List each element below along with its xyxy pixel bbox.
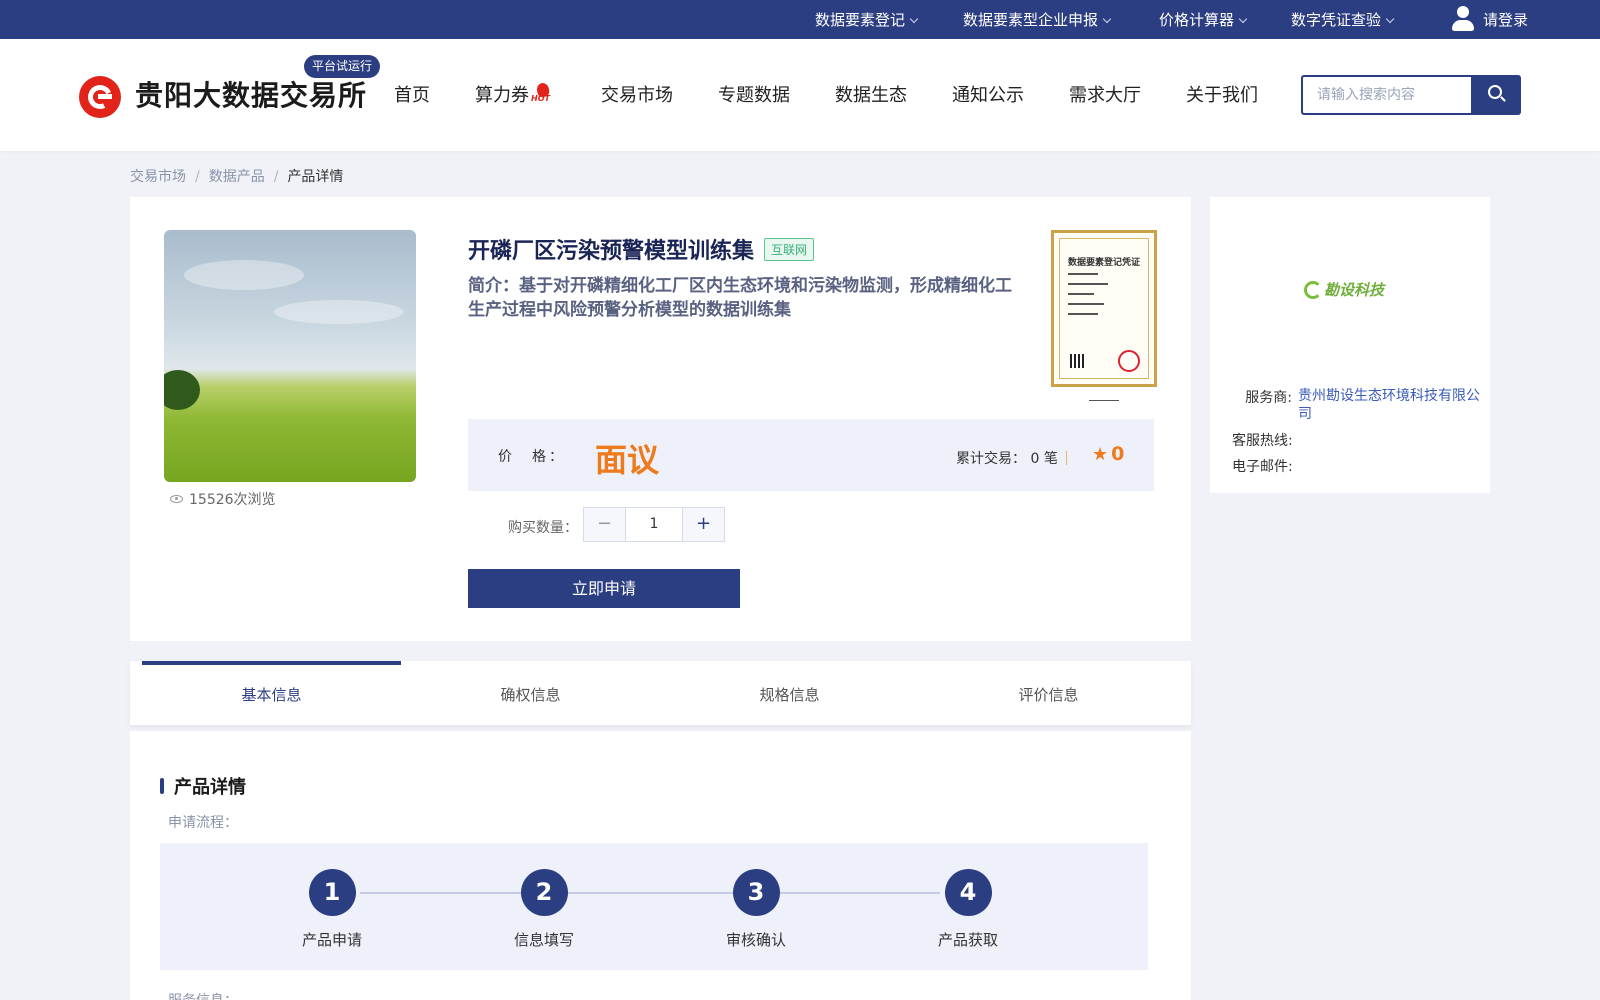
product-title: 开磷厂区污染预警模型训练集 互联网	[468, 233, 815, 265]
price-value: 面议	[595, 441, 660, 479]
quantity-decrease-button[interactable]: −	[584, 508, 625, 541]
provider-logo-icon	[1304, 280, 1322, 299]
qr-code-icon	[1070, 354, 1084, 368]
hot-flame-icon: HOT	[531, 82, 555, 105]
chevron-down-icon	[1238, 14, 1248, 24]
category-tag: 互联网	[764, 237, 815, 261]
search-button[interactable]	[1471, 75, 1521, 115]
top-utility-bar: 数据要素登记 数据要素型企业申报 价格计算器 数字凭证查验 请登录	[0, 0, 1600, 39]
nav-item-demand-hall[interactable]: 需求大厅	[1069, 81, 1141, 107]
nav-item-home[interactable]: 首页	[394, 81, 430, 107]
flow-step: 1 产品申请	[272, 869, 392, 950]
quantity-label: 购买数量：	[508, 520, 578, 536]
trade-count: 累计交易： 0 笔	[956, 451, 1058, 467]
service-info-label: 服务信息：	[168, 990, 238, 1000]
provider-logo: 勘设科技	[1304, 279, 1384, 300]
login-label: 请登录	[1483, 10, 1529, 29]
breadcrumb-market[interactable]: 交易市场	[130, 169, 186, 185]
breadcrumb-current: 产品详情	[287, 169, 344, 185]
nav-item-ecosystem[interactable]: 数据生态	[835, 81, 907, 107]
tab-spec-info[interactable]: 规格信息	[660, 661, 919, 725]
flow-connector	[360, 892, 940, 894]
price-panel: 价 格： 面议 累计交易： 0 笔 ★ 0	[468, 419, 1154, 491]
flow-step: 3 审核确认	[696, 869, 816, 950]
provider-name-link[interactable]: 贵州勘设生态环境科技有限公司	[1298, 387, 1483, 423]
section-marker	[160, 778, 164, 794]
logo-text[interactable]: 贵阳大数据交易所	[135, 74, 367, 114]
view-count: 15526次浏览	[170, 489, 276, 509]
quantity-stepper: − 1 +	[583, 507, 725, 542]
detail-tabs: 基本信息 确权信息 规格信息 评价信息	[130, 661, 1191, 725]
breadcrumb-data-products[interactable]: 数据产品	[209, 169, 265, 185]
topbar-item-price-calculator[interactable]: 价格计算器	[1159, 9, 1248, 30]
certificate-indicator	[1089, 400, 1119, 401]
user-icon	[1452, 6, 1474, 32]
nav-item-market[interactable]: 交易市场	[601, 81, 673, 107]
star-icon: ★	[1092, 443, 1109, 465]
tab-basic-info[interactable]: 基本信息	[142, 661, 401, 725]
product-description: 简介：基于对开磷精细化工厂区内生态环境和污染物监测，形成精细化工生产过程中风险预…	[468, 276, 1012, 320]
seal-icon	[1118, 350, 1140, 372]
section-title: 产品详情	[160, 773, 246, 799]
provider-email-label: 电子邮件:	[1232, 459, 1293, 475]
nav-item-notices[interactable]: 通知公示	[952, 81, 1024, 107]
provider-card: 勘设科技 服务商: 贵州勘设生态环境科技有限公司 客服热线: 电子邮件:	[1210, 197, 1490, 493]
provider-service-label: 服务商:	[1245, 390, 1292, 406]
tab-ownership-info[interactable]: 确权信息	[401, 661, 660, 725]
topbar-item-certificate-check[interactable]: 数字凭证查验	[1291, 9, 1395, 30]
quantity-increase-button[interactable]: +	[683, 508, 724, 541]
logo-icon[interactable]	[79, 76, 121, 118]
apply-now-button[interactable]: 立即申请	[468, 569, 740, 608]
divider	[1066, 451, 1067, 465]
product-card: 15526次浏览 开磷厂区污染预警模型训练集 互联网 简介：基于对开磷精细化工厂…	[130, 197, 1191, 641]
provider-hotline-label: 客服热线:	[1232, 433, 1293, 449]
trial-badge: 平台试运行	[304, 55, 381, 78]
rating: ★ 0	[1092, 443, 1125, 465]
main-header: 贵阳大数据交易所 平台试运行 首页 算力券 HOT 交易市场 专题数据 数据生态 …	[0, 39, 1600, 151]
flow-step: 4 产品获取	[908, 869, 1028, 950]
topbar-item-data-registration[interactable]: 数据要素登记	[815, 9, 919, 30]
registration-certificate-image[interactable]: 数据要素登记凭证	[1051, 230, 1157, 387]
product-details-section: 产品详情 申请流程： 1产品申请 2信息填写 3审核确认 4产品获取 服务信息：	[130, 731, 1191, 1000]
application-flow: 1 产品申请 2 信息填写 3 审核确认 4 产品获取	[160, 843, 1148, 970]
nav-item-topic-data[interactable]: 专题数据	[718, 81, 790, 107]
quantity-input[interactable]: 1	[625, 508, 683, 541]
chevron-down-icon	[1102, 14, 1112, 24]
product-image	[164, 230, 416, 482]
nav-item-about[interactable]: 关于我们	[1186, 81, 1258, 107]
chevron-down-icon	[1385, 14, 1395, 24]
eye-icon	[170, 495, 183, 503]
breadcrumb: 交易市场 / 数据产品 / 产品详情	[130, 169, 344, 185]
flow-label: 申请流程：	[168, 815, 238, 831]
topbar-item-enterprise-declaration[interactable]: 数据要素型企业申报	[963, 9, 1112, 30]
login-link[interactable]: 请登录	[1452, 6, 1528, 32]
flow-step: 2 信息填写	[484, 869, 604, 950]
search-input[interactable]	[1301, 75, 1471, 115]
nav-item-compute-voucher[interactable]: 算力券 HOT	[475, 81, 555, 107]
chevron-down-icon	[909, 14, 919, 24]
price-label: 价 格：	[498, 449, 566, 465]
tab-review-info[interactable]: 评价信息	[919, 661, 1178, 725]
